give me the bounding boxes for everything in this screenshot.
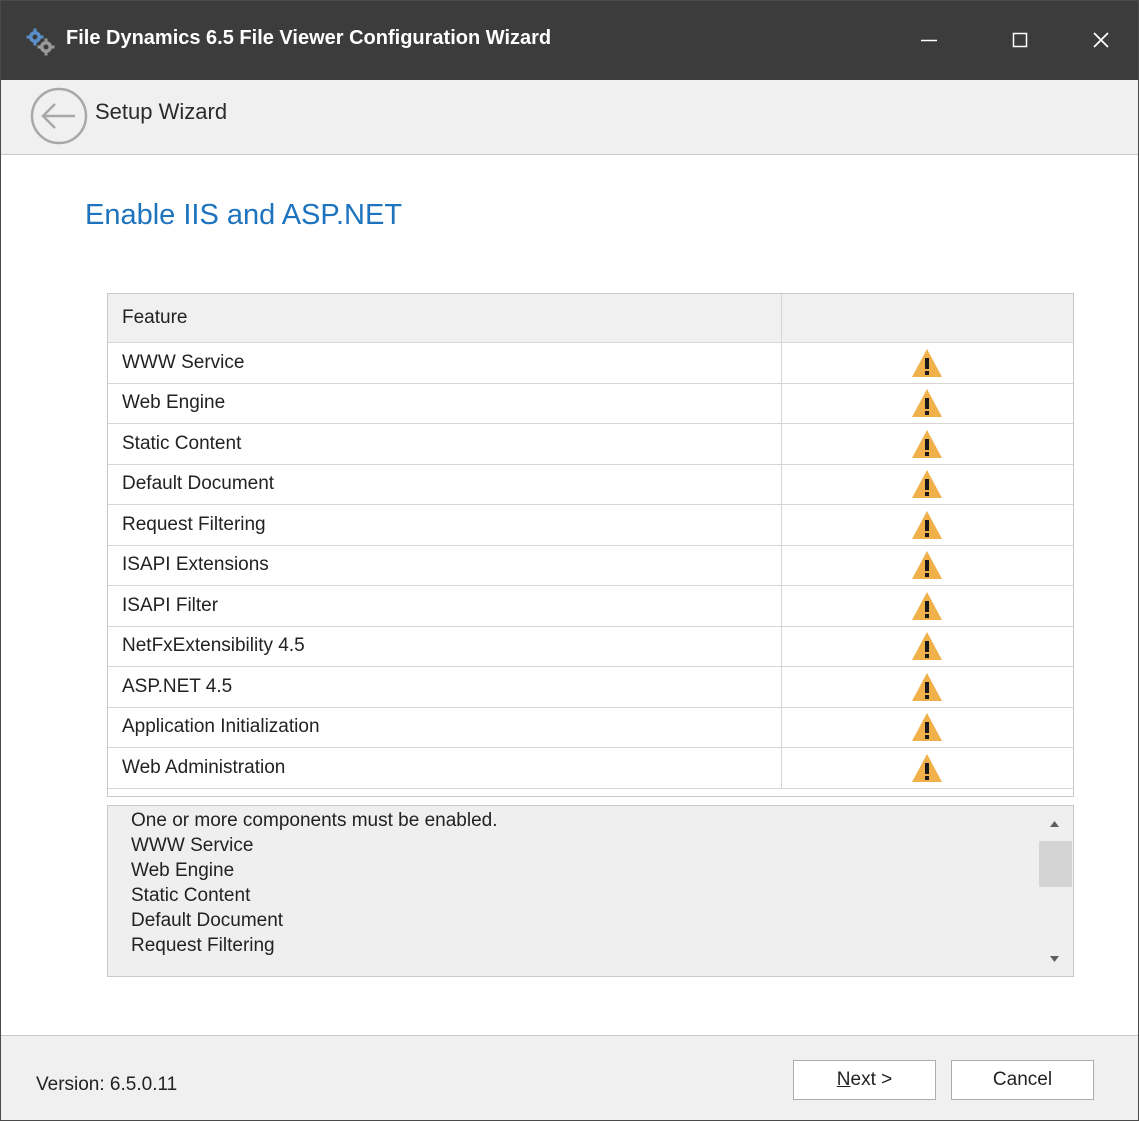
feature-name: Application Initialization — [122, 716, 320, 738]
next-accelerator: N — [836, 1069, 851, 1090]
warning-icon — [912, 470, 942, 499]
feature-cell: WWW Service — [108, 343, 782, 383]
scroll-thumb[interactable] — [1039, 841, 1072, 887]
warning-icon — [912, 632, 942, 661]
feature-name: Web Administration — [122, 756, 286, 778]
wizard-content: Enable IIS and ASP.NET Feature WWW Servi… — [1, 155, 1138, 1035]
back-button[interactable] — [29, 86, 89, 146]
status-cell — [782, 627, 1073, 667]
warning-icon — [912, 510, 942, 539]
table-row[interactable]: Default Document — [108, 464, 1073, 505]
message-line: Default Document — [131, 910, 284, 931]
maximize-icon — [1012, 32, 1028, 48]
wizard-nav-bar: Setup Wizard — [1, 80, 1138, 155]
feature-name: ISAPI Extensions — [122, 554, 269, 576]
wizard-window: File Dynamics 6.5 File Viewer Configurat… — [0, 0, 1139, 1121]
feature-name: WWW Service — [122, 351, 245, 373]
feature-cell: ISAPI Filter — [108, 586, 782, 626]
status-cell — [782, 546, 1073, 586]
status-cell — [782, 708, 1073, 748]
message-line: WWW Service — [131, 835, 254, 856]
vertical-scrollbar[interactable] — [1037, 806, 1072, 976]
version-label: Version: 6.5.0.11 — [36, 1074, 178, 1095]
status-cell — [782, 667, 1073, 707]
table-row[interactable]: NetFxExtensibility 4.5 — [108, 626, 1073, 667]
scroll-down-button[interactable] — [1037, 946, 1072, 974]
feature-name: Request Filtering — [122, 513, 266, 535]
feature-cell: Application Initialization — [108, 707, 782, 747]
back-arrow-icon — [30, 87, 88, 145]
table-row[interactable]: Web Engine — [108, 383, 1073, 424]
feature-cell: Request Filtering — [108, 505, 782, 545]
scroll-down-arrow-icon — [1050, 956, 1059, 962]
table-header-row: Feature — [108, 294, 1073, 343]
warning-icon — [912, 713, 942, 742]
features-table[interactable]: Feature WWW Service Web Engine Static Cont… — [107, 293, 1074, 797]
feature-cell: Static Content — [108, 424, 782, 464]
column-header-status[interactable] — [782, 294, 1073, 342]
scroll-up-arrow-icon — [1050, 821, 1059, 827]
feature-name: Web Engine — [122, 392, 226, 414]
table-row[interactable]: WWW Service — [108, 343, 1073, 384]
table-row[interactable]: Request Filtering — [108, 505, 1073, 546]
warning-icon — [912, 389, 942, 418]
close-button[interactable] — [1054, 1, 1138, 80]
feature-cell: NetFxExtensibility 4.5 — [108, 626, 782, 666]
feature-cell: ASP.NET 4.5 — [108, 667, 782, 707]
status-cell — [782, 424, 1073, 464]
table-row[interactable]: ISAPI Extensions — [108, 545, 1073, 586]
status-cell — [782, 748, 1073, 788]
next-button[interactable]: Next > — [793, 1060, 936, 1100]
feature-name: Static Content — [122, 432, 242, 454]
warning-icon — [912, 753, 942, 782]
minimize-icon — [921, 39, 937, 42]
minimize-button[interactable] — [892, 1, 980, 80]
message-line: Static Content — [131, 885, 251, 906]
message-line: Web Engine — [131, 860, 235, 881]
maximize-button[interactable] — [973, 1, 1061, 80]
feature-name: ISAPI Filter — [122, 594, 219, 616]
feature-cell: Web Engine — [108, 383, 782, 423]
status-cell — [782, 505, 1073, 545]
message-line: Request Filtering — [131, 935, 275, 956]
table-row[interactable]: Application Initialization — [108, 707, 1073, 748]
message-line: One or more components must be enabled. — [131, 810, 498, 831]
feature-name: NetFxExtensibility 4.5 — [122, 635, 305, 657]
feature-cell: Default Document — [108, 464, 782, 504]
status-cell — [782, 343, 1073, 383]
warning-icon — [912, 672, 942, 701]
table-row[interactable]: ASP.NET 4.5 — [108, 667, 1073, 708]
feature-cell: ISAPI Extensions — [108, 545, 782, 585]
warning-icon — [912, 591, 942, 620]
cancel-button[interactable]: Cancel — [951, 1060, 1094, 1100]
title-bar[interactable]: File Dynamics 6.5 File Viewer Configurat… — [1, 1, 1138, 80]
feature-name: ASP.NET 4.5 — [122, 675, 233, 697]
page-title: Enable IIS and ASP.NET — [85, 199, 403, 231]
validation-messages-box[interactable]: One or more components must be enabled. W… — [107, 805, 1074, 977]
warning-icon — [912, 429, 942, 458]
wizard-footer: Version: 6.5.0.11 Next > Cancel — [1, 1035, 1138, 1120]
table-row[interactable]: Static Content — [108, 424, 1073, 465]
table-row[interactable]: ISAPI Filter — [108, 586, 1073, 627]
feature-cell: Web Administration — [108, 748, 782, 788]
status-cell — [782, 465, 1073, 505]
status-cell — [782, 384, 1073, 424]
next-button-label: ext > — [850, 1069, 893, 1090]
window-title: File Dynamics 6.5 File Viewer Configurat… — [66, 27, 552, 49]
table-row[interactable]: Web Administration — [108, 748, 1073, 789]
close-icon — [1093, 32, 1109, 48]
wizard-header-title: Setup Wizard — [95, 99, 228, 124]
scroll-up-button[interactable] — [1037, 810, 1072, 838]
column-header-feature[interactable]: Feature — [108, 294, 782, 342]
status-cell — [782, 586, 1073, 626]
gears-icon — [26, 28, 56, 56]
warning-icon — [912, 348, 942, 377]
warning-icon — [912, 551, 942, 580]
feature-name: Default Document — [122, 473, 275, 495]
